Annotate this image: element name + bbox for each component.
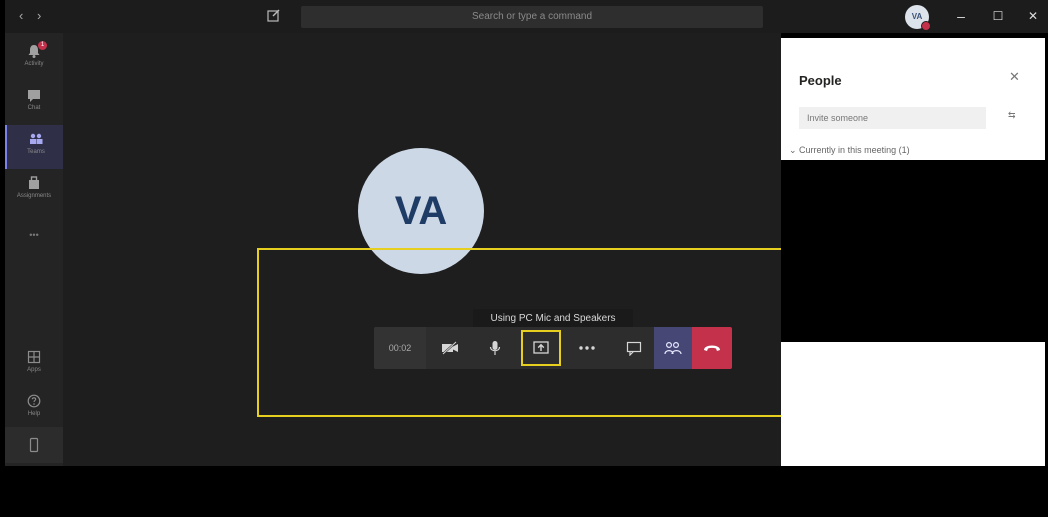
chat-icon: [28, 90, 40, 102]
close-panel-button[interactable]: ✕: [1009, 69, 1020, 85]
show-participants-button[interactable]: [654, 327, 692, 369]
rail-label: Teams: [27, 149, 45, 155]
participants-icon: [664, 341, 682, 355]
more-options-icon: [579, 346, 595, 350]
apps-icon: [27, 350, 41, 364]
invite-options-icon[interactable]: ⇆: [1008, 110, 1016, 121]
assignments-icon: [29, 176, 39, 189]
microphone-icon: [489, 341, 501, 355]
chevron-down-icon: ⌄: [789, 145, 800, 155]
more-icon: •••: [29, 230, 39, 240]
title-bar: ‹ › Search or type a command VA – ☐ ✕: [5, 0, 1048, 33]
camera-toggle-button[interactable]: [430, 327, 470, 369]
people-panel: People ✕ Invite someone ⇆ ⌄ Currently in…: [781, 38, 1045, 468]
compose-icon[interactable]: [267, 8, 281, 22]
rail-item-assignments[interactable]: Assignments: [5, 169, 63, 213]
avatar[interactable]: VA: [905, 5, 931, 31]
rail-label: Apps: [27, 367, 41, 373]
meeting-stage: VA Using PC Mic and Speakers 00:02: [63, 33, 809, 466]
show-conversation-button[interactable]: [614, 327, 654, 369]
rail-label: Chat: [27, 105, 41, 111]
app-bar: 1 Activity Chat Teams Assignments ••• Ap…: [5, 33, 65, 466]
avatar-initials: VA: [911, 12, 923, 21]
minimize-button[interactable]: –: [951, 6, 971, 26]
rail-item-more[interactable]: •••: [5, 218, 63, 262]
share-highlight-box: [521, 330, 561, 366]
help-icon: [27, 394, 41, 408]
invite-input[interactable]: Invite someone: [799, 107, 986, 129]
notification-badge: 1: [38, 41, 47, 50]
close-button[interactable]: ✕: [1023, 6, 1043, 26]
mobile-app-button[interactable]: [5, 427, 63, 463]
rail-label: Activity: [24, 61, 44, 67]
teams-icon: [30, 133, 43, 144]
camera-off-icon: [442, 341, 458, 355]
back-arrow-icon[interactable]: ‹: [19, 8, 23, 23]
call-controls: 00:02: [374, 327, 732, 369]
microphone-button[interactable]: [475, 327, 515, 369]
rail-item-activity[interactable]: 1 Activity: [5, 37, 63, 81]
tooltip: Using PC Mic and Speakers: [473, 309, 633, 329]
bottom-area: [0, 466, 1048, 517]
conversation-icon: [626, 341, 642, 356]
participant-list-area: [781, 160, 1045, 342]
maximize-button[interactable]: ☐: [988, 6, 1008, 26]
hang-up-icon: [704, 345, 720, 351]
rail-label: Assignments: [16, 193, 52, 199]
rail-item-teams[interactable]: Teams: [5, 125, 65, 169]
rail-item-help[interactable]: Help: [5, 387, 63, 431]
rail-item-chat[interactable]: Chat: [5, 81, 63, 125]
phone-icon: [29, 437, 39, 453]
hang-up-button[interactable]: [692, 327, 732, 369]
rail-item-apps[interactable]: Apps: [5, 343, 63, 387]
search-input[interactable]: Search or type a command: [301, 6, 763, 28]
section-label: Currently in this meeting (1): [799, 145, 910, 155]
rail-label: Help: [27, 411, 41, 417]
more-options-button[interactable]: [567, 327, 607, 369]
panel-title: People: [799, 73, 842, 88]
status-indicator: [921, 21, 931, 31]
forward-arrow-icon[interactable]: ›: [37, 8, 41, 23]
currently-in-meeting-section[interactable]: ⌄ Currently in this meeting (1): [789, 145, 910, 156]
call-timer: 00:02: [374, 327, 426, 369]
